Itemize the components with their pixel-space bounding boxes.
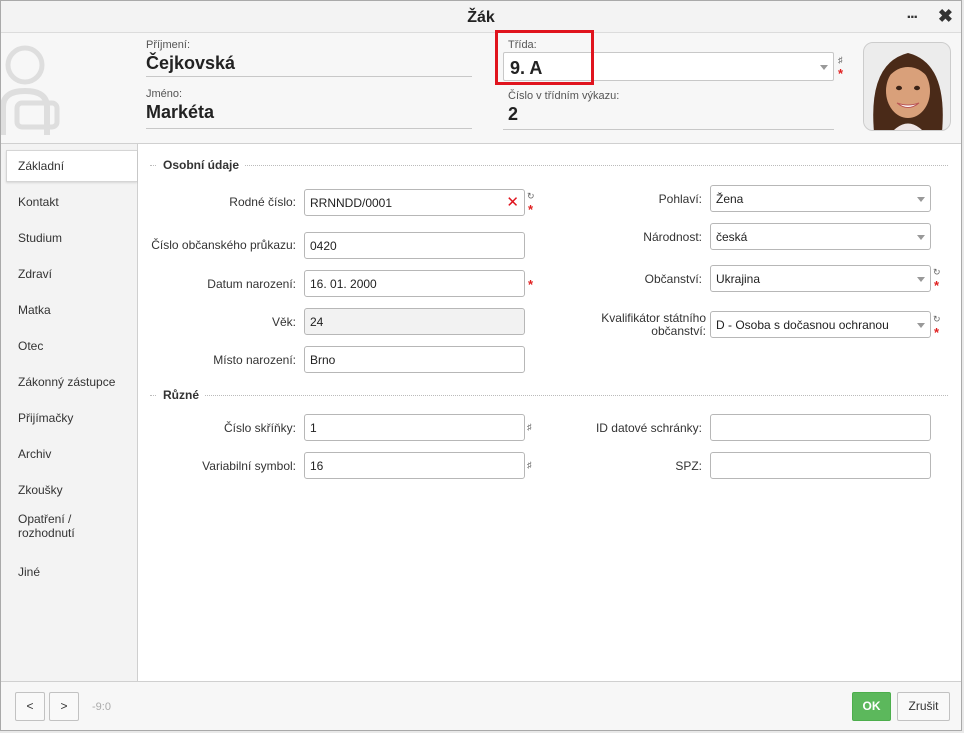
refresh-icon[interactable]: ↻ xyxy=(933,267,941,278)
student-dialog: Žák ... ✖ Příjmení: Čejkovská Jméno: Mar… xyxy=(0,0,962,731)
previous-button[interactable]: < xyxy=(15,692,45,721)
age-label: Věk: xyxy=(271,315,296,329)
sidebar-item-archive[interactable]: Archiv xyxy=(1,436,137,472)
surname-label: Příjmení: xyxy=(146,39,191,51)
section-divider xyxy=(150,165,948,166)
firstname-value: Markéta xyxy=(146,102,215,122)
hash-icon: ♯ xyxy=(838,55,843,65)
class-number-label: Číslo v třídním výkazu: xyxy=(508,90,620,102)
required-icon: * xyxy=(528,202,534,217)
citizenship-qualifier-value: D - Osoba s dočasnou ochranou xyxy=(716,318,889,332)
class-number-value: 2 xyxy=(508,104,519,124)
hash-icon: ♯ xyxy=(527,422,532,432)
citizenship-value: Ukrajina xyxy=(716,272,761,286)
sidebar-item-basic[interactable]: Základní xyxy=(6,150,137,182)
birth-place-input[interactable]: Brno xyxy=(304,346,525,373)
hash-icon: ♯ xyxy=(527,460,532,470)
chevron-down-icon xyxy=(917,196,925,202)
locker-input[interactable]: 1 xyxy=(304,414,525,441)
gender-label: Pohlaví: xyxy=(658,192,702,206)
section-title-misc: Různé xyxy=(157,388,205,402)
gender-value: Žena xyxy=(716,192,744,206)
required-icon: * xyxy=(934,325,940,340)
variable-symbol-input[interactable]: 16 xyxy=(304,452,525,479)
clear-icon[interactable]: ✕ xyxy=(506,193,519,211)
class-number-field: Číslo v třídním výkazu: 2 xyxy=(503,90,834,130)
databox-label: ID datové schránky: xyxy=(595,421,702,435)
record-counter: -9:0 xyxy=(92,701,111,713)
refresh-icon[interactable]: ↻ xyxy=(527,191,535,202)
main-content: Osobní údaje Rodné číslo: RRNNDD/0001 ✕ … xyxy=(138,144,961,681)
databox-input[interactable] xyxy=(710,414,931,441)
chevron-down-icon xyxy=(917,322,925,328)
refresh-icon[interactable]: ↻ xyxy=(933,314,941,325)
age-field: 24 xyxy=(304,308,525,335)
more-options-button[interactable]: ... xyxy=(907,5,918,23)
close-button[interactable]: ✖ xyxy=(938,6,953,27)
next-button[interactable]: > xyxy=(49,692,79,721)
citizenship-qualifier-label: Kvalifikátor státního občanství: xyxy=(538,312,706,338)
citizenship-label: Občanství: xyxy=(644,272,702,286)
section-divider xyxy=(150,395,948,396)
sidebar-item-study[interactable]: Studium xyxy=(1,220,137,256)
sidebar-item-guardian[interactable]: Zákonný zástupce xyxy=(1,364,137,400)
portrait-image xyxy=(864,43,950,130)
gender-select[interactable]: Žena xyxy=(710,185,931,212)
variable-symbol-label: Variabilní symbol: xyxy=(202,459,296,473)
sidebar-item-other[interactable]: Jiné xyxy=(1,554,137,590)
cancel-button[interactable]: Zrušit xyxy=(897,692,950,721)
chevron-down-icon xyxy=(917,276,925,282)
section-title-personal: Osobní údaje xyxy=(157,158,246,172)
citizenship-qualifier-select[interactable]: D - Osoba s dočasnou ochranou xyxy=(710,311,931,338)
title-bar: Žák ... ✖ xyxy=(1,1,961,33)
id-card-label: Číslo občanského průkazu: xyxy=(151,238,296,252)
sidebar-item-exams[interactable]: Zkoušky xyxy=(1,472,137,508)
nationality-value: česká xyxy=(716,230,748,244)
sidebar-item-mother[interactable]: Matka xyxy=(1,292,137,328)
surname-field: Příjmení: Čejkovská xyxy=(146,39,472,77)
chevron-down-icon xyxy=(917,234,925,240)
birth-date-label: Datum narození: xyxy=(207,277,296,291)
citizenship-qualifier-label-line2: občanství: xyxy=(651,324,706,338)
plate-input[interactable] xyxy=(710,452,931,479)
firstname-field: Jméno: Markéta xyxy=(146,88,472,129)
citizenship-select[interactable]: Ukrajina xyxy=(710,265,931,292)
birth-number-label: Rodné číslo: xyxy=(229,195,296,209)
sidebar-item-admissions[interactable]: Přijímačky xyxy=(1,400,137,436)
birth-date-input[interactable]: 16. 01. 2000 xyxy=(304,270,525,297)
nationality-select[interactable]: česká xyxy=(710,223,931,250)
highlight-box xyxy=(495,30,594,85)
birth-number-value: RRNNDD/0001 xyxy=(310,196,393,210)
sidebar-item-measures[interactable]: Opatření / rozhodnutí xyxy=(1,508,101,558)
birth-number-input[interactable]: RRNNDD/0001 ✕ xyxy=(304,189,525,216)
birth-place-label: Místo narození: xyxy=(213,353,296,367)
firstname-label: Jméno: xyxy=(146,88,183,100)
student-photo[interactable] xyxy=(863,42,951,131)
plate-label: SPZ: xyxy=(675,459,702,473)
dialog-footer: < > -9:0 OK Zrušit xyxy=(1,681,961,730)
nationality-label: Národnost: xyxy=(643,230,702,244)
sidebar-item-contact[interactable]: Kontakt xyxy=(1,184,137,220)
required-icon: * xyxy=(838,66,844,81)
sidebar-item-father[interactable]: Otec xyxy=(1,328,137,364)
chevron-down-icon xyxy=(820,64,828,70)
id-card-input[interactable]: 0420 xyxy=(304,232,525,259)
required-icon: * xyxy=(528,277,534,292)
surname-value: Čejkovská xyxy=(146,53,236,73)
locker-label: Číslo skříňky: xyxy=(223,421,296,435)
ok-button[interactable]: OK xyxy=(852,692,891,721)
required-icon: * xyxy=(934,278,940,293)
sidebar-item-health[interactable]: Zdraví xyxy=(1,256,137,292)
student-header: Příjmení: Čejkovská Jméno: Markéta Třída… xyxy=(1,30,961,144)
user-placeholder-icon xyxy=(1,45,60,135)
sidebar-nav: Základní Kontakt Studium Zdraví Matka Ot… xyxy=(1,144,138,681)
dialog-title: Žák xyxy=(467,9,495,26)
